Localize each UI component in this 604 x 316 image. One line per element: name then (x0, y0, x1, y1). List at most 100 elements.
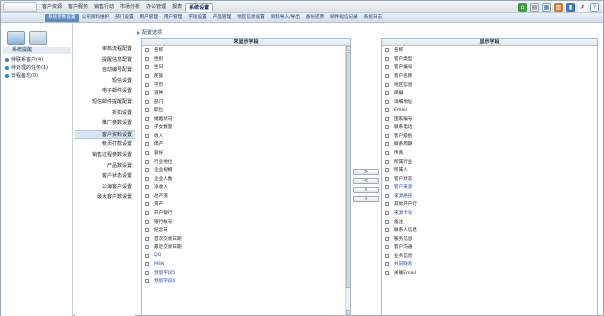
field-checkbox[interactable] (145, 219, 149, 224)
field-row[interactable]: 性别 (142, 55, 350, 64)
field-row[interactable]: 婚姻状况 (142, 115, 350, 124)
field-checkbox[interactable] (145, 133, 149, 138)
field-row[interactable]: 共同联系 (382, 260, 597, 269)
field-row[interactable]: QQ (142, 252, 350, 261)
sub-tab[interactable]: 邮件短信记录 (327, 14, 361, 22)
field-row[interactable]: 净收入 (142, 183, 350, 192)
move-field-button[interactable]: < (353, 178, 379, 184)
move-field-button[interactable]: « (353, 196, 379, 202)
field-checkbox[interactable] (145, 185, 149, 190)
sub-tab[interactable]: 地区信息设置 (234, 14, 268, 22)
field-checkbox[interactable] (145, 228, 149, 233)
field-checkbox[interactable] (145, 253, 149, 258)
field-row[interactable]: 所属行业 (382, 157, 597, 166)
field-row[interactable]: 传真 (382, 149, 597, 158)
sub-tab[interactable]: 字段设置 (185, 14, 209, 22)
settings-menu-item[interactable]: 短信设置 (112, 77, 132, 84)
field-row[interactable]: 联系人信息 (382, 226, 597, 235)
reminder-item[interactable]: 待联系客户(4) (5, 56, 48, 64)
top-menu-item[interactable]: 办公管理 (143, 3, 169, 12)
move-field-button[interactable]: » (353, 187, 379, 193)
field-row[interactable]: 子女数量 (142, 123, 350, 132)
field-checkbox[interactable] (385, 193, 389, 198)
field-checkbox[interactable] (145, 73, 149, 78)
field-checkbox[interactable] (145, 108, 149, 113)
field-row[interactable]: 客户级别 (382, 132, 597, 141)
field-row[interactable]: MSN (142, 260, 350, 269)
field-row[interactable]: 邮编 (382, 89, 597, 98)
sub-tab[interactable]: 系统日志 (361, 14, 385, 22)
top-menu-item[interactable]: 销售行动 (91, 3, 117, 12)
field-checkbox[interactable] (145, 125, 149, 130)
field-row[interactable]: 职位 (142, 106, 350, 115)
bookshelf-icon[interactable]: ▥ (554, 2, 563, 12)
top-menu-item[interactable]: 市场分析 (117, 3, 143, 12)
field-checkbox[interactable] (145, 48, 149, 53)
settings-menu-item[interactable]: 审核流程配置 (102, 45, 132, 52)
field-checkbox[interactable] (385, 185, 389, 190)
field-checkbox[interactable] (145, 193, 149, 198)
field-checkbox[interactable] (385, 56, 389, 61)
scroll-down-arrow-icon[interactable] (346, 310, 350, 315)
field-checkbox[interactable] (385, 108, 389, 113)
field-row[interactable]: 地区信息 (382, 80, 597, 89)
field-row[interactable]: 偶产 (142, 140, 350, 149)
field-row[interactable]: 生日 (142, 63, 350, 72)
field-checkbox[interactable] (385, 245, 389, 250)
sub-tab[interactable]: 资料导入/导出 (268, 14, 303, 22)
document-icon[interactable]: ▤ (530, 2, 539, 12)
field-checkbox[interactable] (145, 65, 149, 70)
field-row[interactable]: 所属人 (382, 166, 597, 175)
field-row[interactable]: 预留字段6 (142, 277, 350, 286)
settings-menu-item[interactable]: 客户状态设置 (102, 172, 132, 179)
field-row[interactable]: 纪念日 (142, 226, 350, 235)
field-row[interactable]: 企业规模 (142, 166, 350, 175)
field-checkbox[interactable] (385, 168, 389, 173)
field-row[interactable]: 客户编号 (382, 63, 597, 72)
field-checkbox[interactable] (145, 262, 149, 267)
field-checkbox[interactable] (145, 159, 149, 164)
field-row[interactable]: 民族 (142, 72, 350, 81)
field-checkbox[interactable] (145, 176, 149, 181)
field-row[interactable]: 企业人数 (142, 174, 350, 183)
field-checkbox[interactable] (385, 176, 389, 181)
settings-menu-item[interactable]: 客户资料设置 (75, 129, 135, 139)
field-checkbox[interactable] (385, 48, 389, 53)
settings-menu-item[interactable]: 折扣设置 (112, 109, 132, 116)
field-row[interactable]: 道种 (142, 89, 350, 98)
help-icon[interactable]: ? (590, 2, 599, 12)
settings-menu-item[interactable]: 自动编号配置 (102, 66, 132, 73)
field-checkbox[interactable] (385, 202, 389, 207)
field-row[interactable]: 联系周期 (382, 140, 597, 149)
field-row[interactable]: 学历 (142, 80, 350, 89)
top-menu-item[interactable]: 报表 (169, 3, 185, 12)
field-checkbox[interactable] (145, 202, 149, 207)
field-checkbox[interactable] (385, 228, 389, 233)
field-row[interactable]: 客户状态 (382, 174, 597, 183)
settings-shortcut-icon[interactable] (29, 31, 47, 45)
field-checkbox[interactable] (145, 151, 149, 156)
field-row[interactable]: 名称 (142, 46, 350, 55)
field-checkbox[interactable] (145, 116, 149, 121)
field-checkbox[interactable] (145, 82, 149, 87)
field-checkbox[interactable] (385, 210, 389, 215)
field-checkbox[interactable] (385, 116, 389, 121)
field-row[interactable]: 行业地位 (142, 157, 350, 166)
field-checkbox[interactable] (385, 133, 389, 138)
top-menu-item[interactable]: 客户服务 (65, 3, 91, 12)
field-checkbox[interactable] (145, 210, 149, 215)
home-icon[interactable]: ⌂ (518, 2, 527, 12)
field-checkbox[interactable] (145, 91, 149, 96)
field-checkbox[interactable] (385, 82, 389, 87)
field-row[interactable]: 总产值 (142, 192, 350, 201)
chart-icon[interactable]: ▮ (566, 2, 575, 12)
field-row[interactable]: 来源卡号 (382, 209, 597, 218)
hidden-fields-scrollbar[interactable] (345, 46, 350, 315)
top-menu-item[interactable]: 客户资源 (39, 3, 65, 12)
field-checkbox[interactable] (385, 91, 389, 96)
field-checkbox[interactable] (385, 65, 389, 70)
field-checkbox[interactable] (385, 73, 389, 78)
field-checkbox[interactable] (145, 99, 149, 104)
field-row[interactable]: 资产 (142, 200, 350, 209)
scroll-up-arrow-icon[interactable] (346, 46, 350, 51)
